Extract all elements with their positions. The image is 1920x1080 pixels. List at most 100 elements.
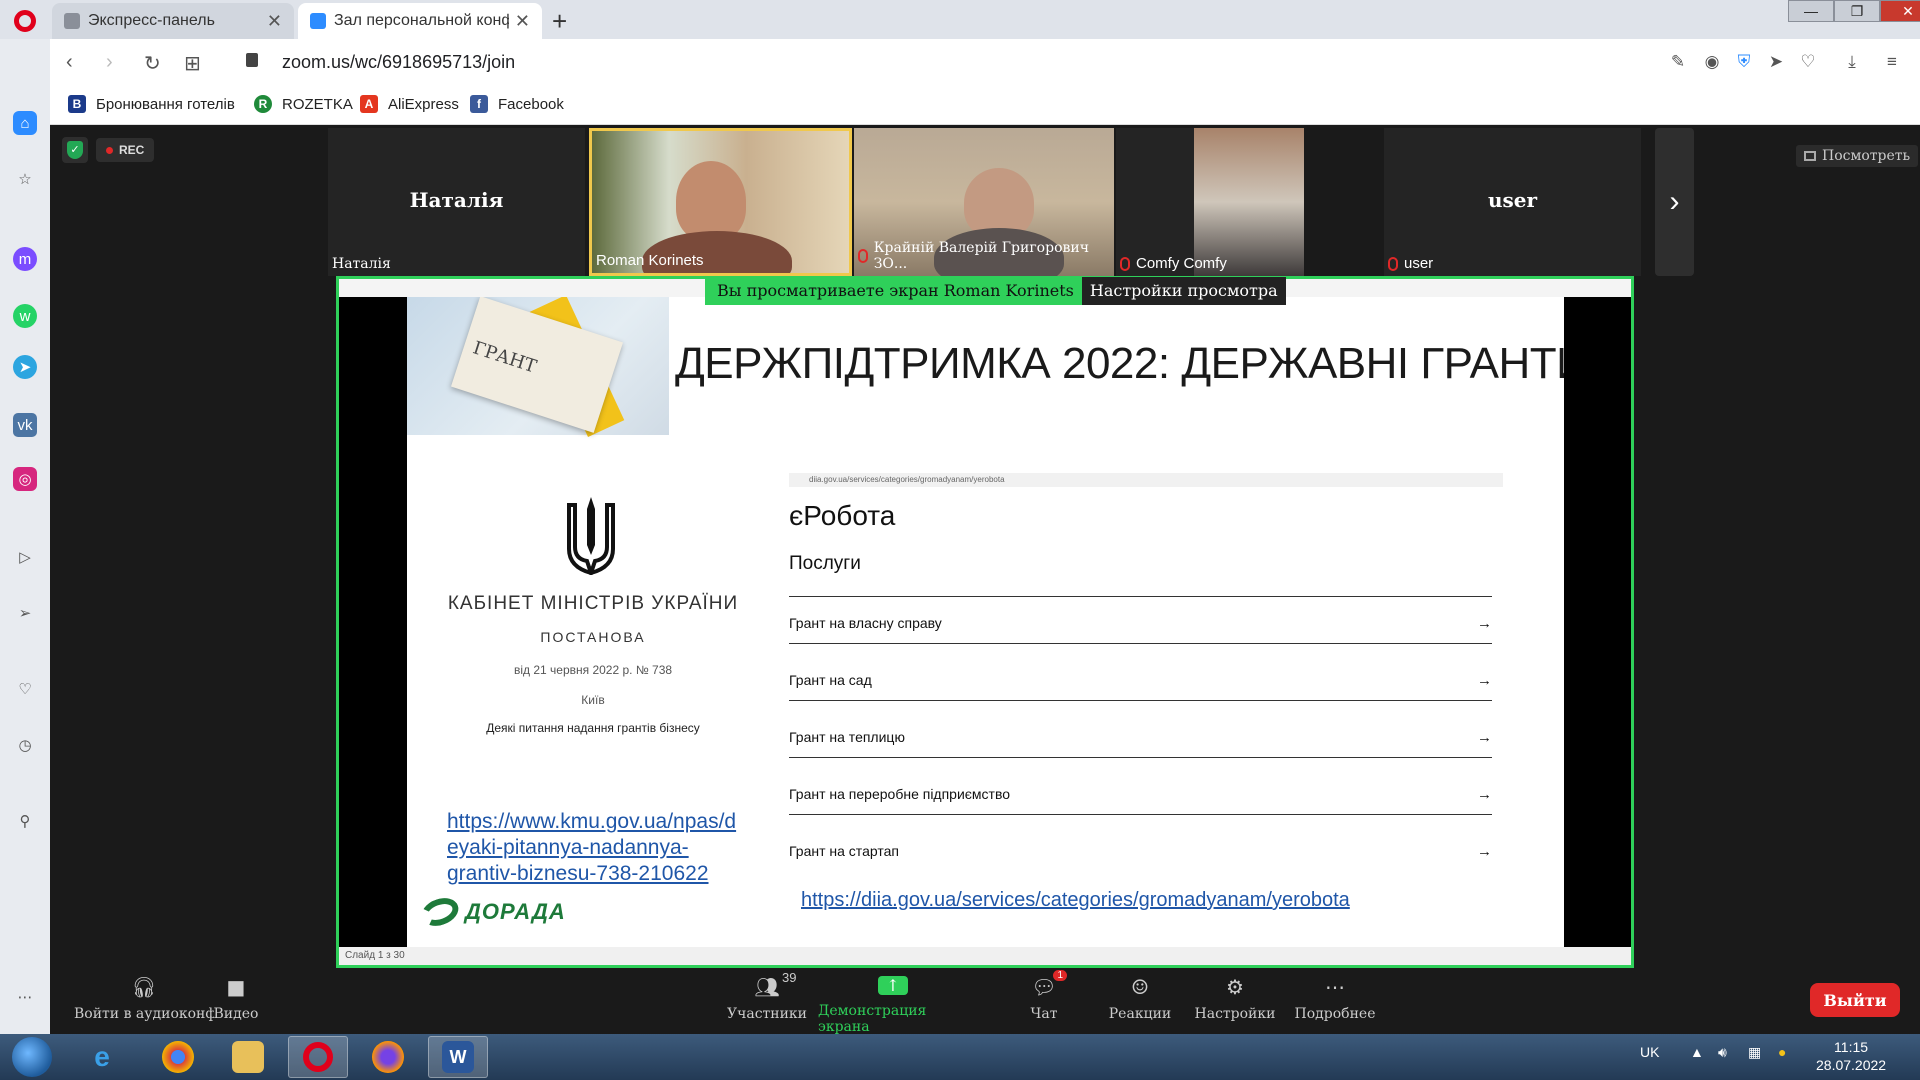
opera-logo-icon[interactable]: [14, 10, 36, 32]
player-icon[interactable]: ▷: [13, 545, 37, 569]
explorer-app[interactable]: [218, 1036, 278, 1078]
forward-icon[interactable]: ›: [106, 51, 113, 74]
participant-name: user: [1388, 255, 1433, 272]
telegram-icon[interactable]: ➤: [13, 355, 37, 379]
diia-mini-browser-bar: diia.gov.ua/services/categories/gromadya…: [789, 473, 1503, 487]
instagram-icon[interactable]: ◎: [13, 467, 37, 491]
service-item[interactable]: Грант на переробне підприємство →: [789, 786, 1492, 803]
new-tab-button[interactable]: +: [552, 6, 567, 37]
bookmark-facebook[interactable]: f Facebook: [470, 95, 564, 113]
messenger-icon[interactable]: m: [13, 247, 37, 271]
volume-icon[interactable]: 🔊︎: [1718, 1044, 1727, 1061]
decree-date: від 21 червня 2022 р. № 738: [513, 663, 673, 677]
participants-icon: 👥︎ 39: [754, 970, 797, 999]
history-icon[interactable]: ◷: [13, 733, 37, 757]
dorada-logo: ДОРАДА: [417, 893, 566, 931]
close-tab-icon[interactable]: ✕: [267, 11, 282, 32]
network-icon[interactable]: ▦: [1748, 1044, 1761, 1061]
heart-icon[interactable]: ♡: [13, 677, 37, 701]
bookmark-aliexpress[interactable]: A AliExpress: [360, 95, 459, 113]
participant-name: Крайній Валерій Григорович ЗО...: [858, 240, 1114, 272]
vk-icon[interactable]: vk: [13, 413, 37, 437]
close-window-button[interactable]: ✕: [1880, 0, 1920, 22]
settings-button[interactable]: ⚙ Настройки: [1190, 968, 1280, 1034]
camera-icon[interactable]: ◉: [1702, 52, 1722, 72]
more-icon[interactable]: ⋯: [13, 985, 37, 1009]
rec-dot-icon: [106, 146, 113, 154]
participant-name: Comfy Comfy: [1120, 255, 1227, 272]
presentation-status-bar: Слайд 1 з 30: [339, 947, 1631, 965]
window-controls: — ❐ ✕: [1788, 0, 1920, 24]
share-screen-icon: ↑: [878, 976, 908, 995]
headphones-icon: 🎧︎: [131, 975, 157, 999]
ie-icon: e: [94, 1041, 110, 1072]
participant-tile[interactable]: user user: [1384, 128, 1641, 276]
firefox-app[interactable]: [358, 1036, 418, 1078]
whatsapp-icon[interactable]: w: [13, 304, 37, 328]
tab-zoom[interactable]: Зал персональной конфер ✕: [298, 3, 542, 39]
close-tab-icon[interactable]: ✕: [515, 11, 530, 32]
reactions-button[interactable]: ☺ Реакции: [1100, 968, 1180, 1034]
muted-mic-icon: [858, 249, 868, 263]
edit-icon[interactable]: ✎: [1668, 52, 1688, 72]
tray-app-icon[interactable]: ●: [1778, 1044, 1786, 1060]
participant-tile[interactable]: Наталія Наталія: [328, 128, 585, 276]
view-settings-button[interactable]: Настройки просмотра: [1081, 277, 1286, 305]
heart-icon[interactable]: ♡: [1798, 52, 1818, 72]
view-button[interactable]: Посмотреть: [1796, 145, 1919, 167]
diia-link[interactable]: https://diia.gov.ua/services/categories/…: [801, 887, 1350, 913]
video-button[interactable]: ■ Видео: [196, 968, 276, 1034]
participant-name: Roman Korinets: [596, 252, 704, 269]
start-button[interactable]: [12, 1037, 52, 1077]
star-icon[interactable]: ☆: [13, 167, 37, 191]
minimize-button[interactable]: —: [1788, 0, 1834, 22]
opera-sidebar: ⌂ ☆ m w ➤ vk ◎ ▷ ➢ ♡ ◷ ⚲ ⋯: [0, 39, 50, 1034]
arrow-right-icon: →: [1477, 672, 1492, 689]
tab-express-panel[interactable]: Экспресс-панель ✕: [52, 3, 294, 39]
participant-tile-active[interactable]: Roman Korinets: [589, 128, 852, 276]
vpn-shield-icon[interactable]: ⛨: [1734, 52, 1754, 72]
trident-icon: [567, 497, 615, 575]
leave-button[interactable]: Выйти: [1810, 983, 1900, 1017]
word-app[interactable]: W: [428, 1036, 488, 1078]
share-screen-button[interactable]: ↑ Демонстрация экрана: [818, 968, 968, 1035]
participants-button[interactable]: 👥︎ 39 Участники: [722, 968, 812, 1034]
tray-arrow-icon[interactable]: ▲: [1690, 1044, 1704, 1060]
ie-app[interactable]: e: [72, 1036, 132, 1078]
tabs-grid-icon[interactable]: ⊞: [184, 51, 201, 76]
participant-tile[interactable]: Крайній Валерій Григорович ЗО...: [854, 128, 1114, 276]
more-button[interactable]: ⋯ Подробнее: [1290, 968, 1380, 1034]
reload-icon[interactable]: ↻: [144, 51, 161, 76]
menu-icon[interactable]: ≡: [1882, 52, 1902, 72]
next-participants-button[interactable]: ›: [1655, 128, 1694, 276]
chrome-app[interactable]: [148, 1036, 208, 1078]
language-indicator[interactable]: UK: [1640, 1044, 1659, 1060]
back-icon[interactable]: ‹: [66, 51, 73, 74]
send-icon[interactable]: ➢: [13, 601, 37, 625]
maximize-button[interactable]: ❐: [1834, 0, 1880, 22]
tab-label: Экспресс-панель: [88, 12, 215, 29]
chat-badge: 1: [1053, 970, 1067, 981]
service-item[interactable]: Грант на теплицю →: [789, 729, 1492, 746]
chat-button[interactable]: 💬︎ 1 Чат: [1014, 968, 1074, 1034]
screen: Экспресс-панель ✕ Зал персональной конфе…: [0, 0, 1920, 1080]
download-icon[interactable]: ⤓: [1842, 52, 1862, 72]
opera-app[interactable]: [288, 1036, 348, 1078]
security-shield-icon[interactable]: ✓: [62, 137, 88, 163]
service-item[interactable]: Грант на сад →: [789, 672, 1492, 689]
system-clock[interactable]: 11:15 28.07.2022: [1816, 1038, 1886, 1074]
kmu-link[interactable]: https://www.kmu.gov.ua/npas/d eyaki-pita…: [447, 809, 736, 887]
bookmark-booking[interactable]: B Бронювання готелів: [68, 95, 235, 113]
url-field[interactable]: zoom.us/wc/6918695713/join: [282, 52, 515, 73]
service-item[interactable]: Грант на стартап →: [789, 843, 1492, 860]
participant-tile[interactable]: Comfy Comfy: [1116, 128, 1304, 276]
home-icon[interactable]: ⌂: [13, 111, 37, 135]
send-icon[interactable]: ➤: [1766, 52, 1786, 72]
tips-icon[interactable]: ⚲: [13, 809, 37, 833]
browser-tabbar: Экспресс-панель ✕ Зал персональной конфе…: [0, 0, 1920, 39]
participant-name: Наталія: [332, 256, 391, 272]
bookmark-rozetka[interactable]: R ROZETKA: [254, 95, 353, 113]
service-item[interactable]: Грант на власну справу →: [789, 615, 1492, 632]
divider: [789, 700, 1492, 701]
muted-mic-icon: [1388, 256, 1398, 271]
